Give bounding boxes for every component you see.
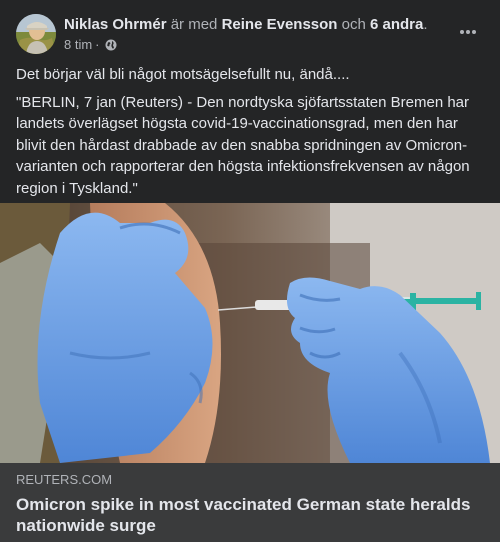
link-domain: REUTERS.COM <box>16 472 113 487</box>
link-preview[interactable]: REUTERS.COM Omicron spike in most vaccin… <box>0 463 500 542</box>
post-text: Det börjar väl bli något motsägelsefullt… <box>0 60 500 199</box>
post-header: Niklas Ohrmér är med Reine Evensson och … <box>0 0 500 60</box>
link-headline[interactable]: Omicron spike in most vaccinated German … <box>16 494 484 536</box>
vaccination-photo <box>0 203 500 463</box>
with-text: är med <box>170 16 218 33</box>
avatar-image <box>16 14 56 54</box>
tagged-person[interactable]: Reine Evensson <box>222 16 338 33</box>
article-image[interactable] <box>0 203 500 463</box>
feed-post: Niklas Ohrmér är med Reine Evensson och … <box>0 0 500 542</box>
post-time[interactable]: 8 tim <box>64 37 92 53</box>
title-period: . <box>423 16 428 33</box>
post-meta: Niklas Ohrmér är med Reine Evensson och … <box>64 15 428 53</box>
others-link[interactable]: 6 andra <box>370 16 423 33</box>
post-title-line: Niklas Ohrmér är med Reine Evensson och … <box>64 15 428 35</box>
author-name[interactable]: Niklas Ohrmér <box>64 16 167 33</box>
separator-dot: · <box>95 37 100 52</box>
post-quote: "BERLIN, 7 jan (Reuters) - Den nordtyska… <box>16 93 470 197</box>
post-comment: Det börjar väl bli något motsägelsefullt… <box>16 66 350 83</box>
globe-icon[interactable] <box>105 39 117 51</box>
more-dots-icon[interactable] <box>458 22 478 42</box>
author-avatar[interactable] <box>16 14 56 54</box>
post-subline: 8 tim · <box>64 37 428 53</box>
and-text: och <box>341 16 366 33</box>
